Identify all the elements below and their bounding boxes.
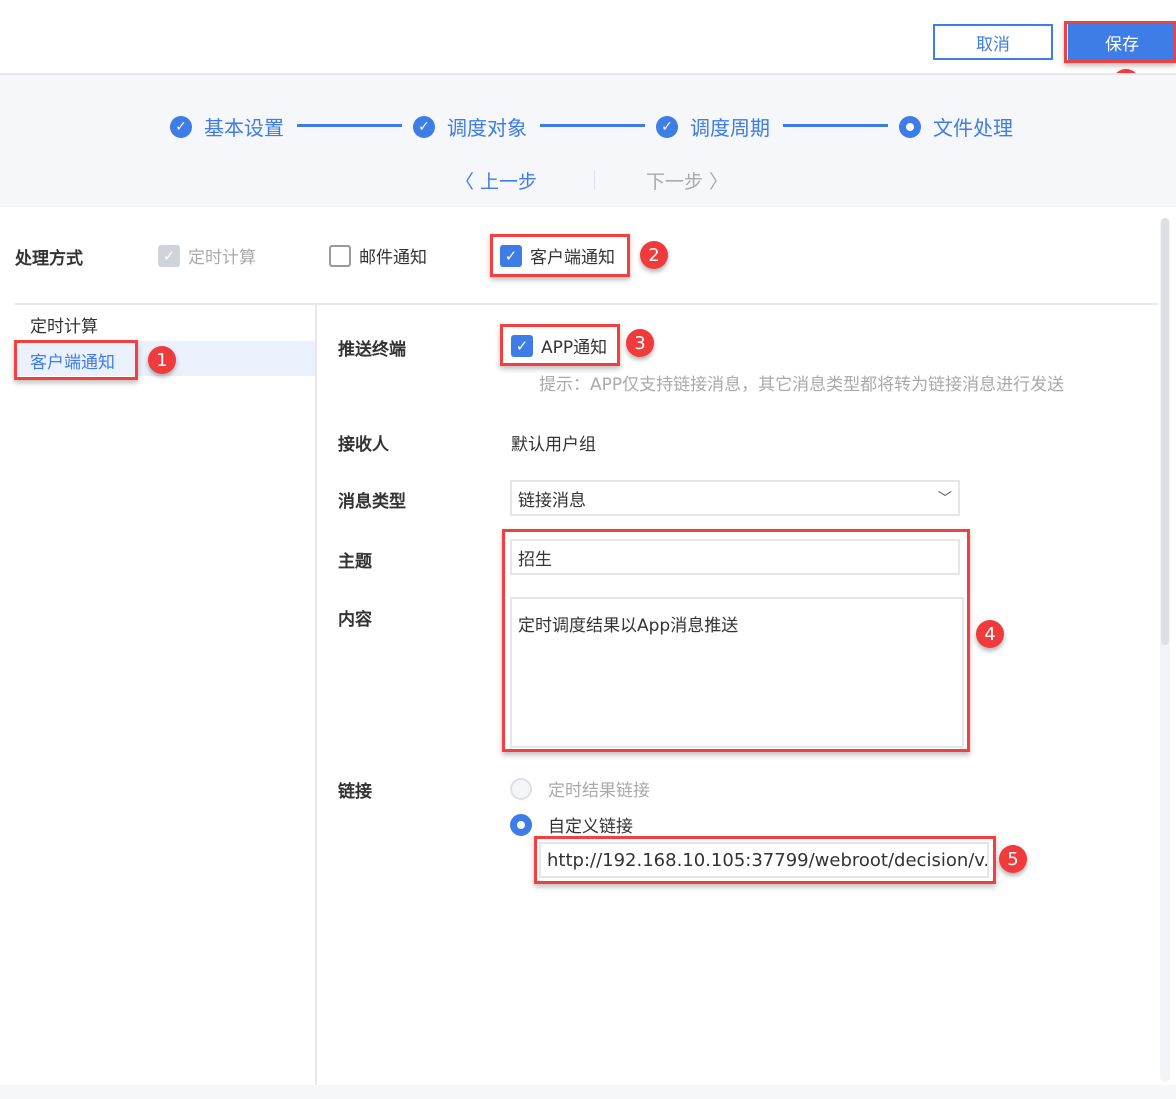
msgtype-select[interactable]: 链接消息 ﹀ <box>510 480 960 516</box>
next-label: 下一步 <box>646 171 704 193</box>
nav-divider <box>594 170 595 190</box>
step-connector <box>540 124 645 127</box>
check-icon: ✓ <box>656 115 678 138</box>
step-label: 文件处理 <box>933 116 1013 140</box>
link-option-custom[interactable]: 自定义链接 <box>510 812 633 837</box>
link-option-result[interactable]: 定时结果链接 <box>510 776 650 801</box>
radio-selected-icon <box>510 813 532 836</box>
footer-strip <box>0 1085 1176 1099</box>
receiver-value: 默认用户组 <box>511 435 596 455</box>
method-option-timer: ✓ 定时计算 <box>158 243 256 268</box>
checkbox-empty-icon <box>329 244 351 267</box>
annotation-badge-5: 5 <box>999 845 1027 873</box>
step-label: 调度周期 <box>690 116 770 140</box>
annotation-badge-4: 4 <box>976 620 1004 648</box>
link-label: 链接 <box>338 782 372 802</box>
sidebar-item-timer[interactable]: 定时计算 <box>30 312 98 337</box>
check-icon: ✓ <box>413 115 435 138</box>
step-label: 调度对象 <box>447 116 527 140</box>
chevron-down-icon: ﹀ <box>938 491 952 507</box>
annotation-box-6 <box>1064 21 1176 63</box>
content-label: 内容 <box>338 610 372 630</box>
annotation-box-3 <box>500 324 620 366</box>
msgtype-label: 消息类型 <box>338 492 406 512</box>
step-file[interactable]: 文件处理 <box>899 112 1013 141</box>
radio-empty-icon <box>510 777 532 800</box>
terminal-label: 推送终端 <box>338 340 406 360</box>
annotation-badge-2: 2 <box>640 241 668 269</box>
current-step-icon <box>899 115 921 138</box>
option-label: 邮件通知 <box>359 248 427 268</box>
annotation-badge-1: 1 <box>148 346 176 374</box>
step-basic[interactable]: ✓ 基本设置 <box>170 112 284 141</box>
scrollbar[interactable] <box>1160 218 1170 1082</box>
subject-label: 主题 <box>338 552 372 572</box>
step-label: 基本设置 <box>204 116 284 140</box>
cancel-button[interactable]: 取消 <box>933 24 1053 60</box>
option-label: 定时结果链接 <box>548 781 650 801</box>
annotation-box-2 <box>490 234 630 277</box>
section-divider <box>14 303 1158 305</box>
next-step-button[interactable]: 下一步 〉 <box>646 167 728 194</box>
step-object[interactable]: ✓ 调度对象 <box>413 112 527 141</box>
method-option-email[interactable]: 邮件通知 <box>329 243 427 268</box>
msgtype-value: 链接消息 <box>518 490 586 511</box>
annotation-badge-3: 3 <box>626 329 654 357</box>
sidebar-divider <box>315 305 317 1085</box>
method-label: 处理方式 <box>15 249 83 269</box>
annotation-box-1 <box>14 340 138 380</box>
prev-step-button[interactable]: 〈 上一步 <box>455 167 537 194</box>
checkbox-checked-disabled-icon: ✓ <box>158 244 180 267</box>
prev-label: 上一步 <box>480 171 538 193</box>
chevron-left-icon: 〈 <box>455 171 481 193</box>
scrollbar-thumb[interactable] <box>1161 218 1169 645</box>
option-label: 定时计算 <box>188 248 256 268</box>
step-connector <box>297 124 402 127</box>
step-connector <box>783 124 888 127</box>
check-icon: ✓ <box>170 115 192 138</box>
receiver-label: 接收人 <box>338 435 389 455</box>
hint-text: 提示：APP仅支持链接消息，其它消息类型都将转为链接消息进行发送 <box>539 375 1065 395</box>
annotation-box-5 <box>534 836 996 884</box>
annotation-box-4 <box>502 529 970 752</box>
chevron-right-icon: 〉 <box>703 171 729 193</box>
step-period[interactable]: ✓ 调度周期 <box>656 112 770 141</box>
option-label: 自定义链接 <box>548 817 633 837</box>
